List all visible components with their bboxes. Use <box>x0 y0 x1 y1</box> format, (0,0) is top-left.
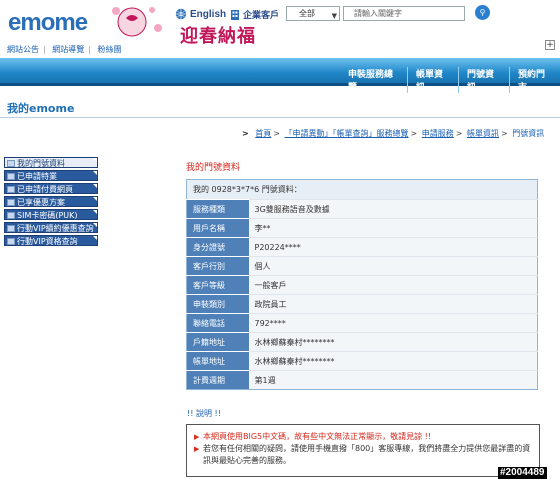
sidebar-item-vip-eligibility[interactable]: 行動VIP資格查詢 <box>4 235 98 246</box>
site-map-link[interactable]: 網站導覽 <box>52 45 84 54</box>
globe-icon <box>175 8 187 20</box>
main-navigation: 申裝服務總覽 帳單資訊 門號資訊 預約門市 <box>0 58 560 93</box>
row-label: 計費週期 <box>186 370 249 390</box>
breadcrumb-arrow-icon: > <box>242 129 249 138</box>
notice-item: ▶ 本網頁使用BIG5中文碼，故有些中文無法正常顯示，敬請見諒 !! <box>194 432 432 441</box>
search-input[interactable]: 請輸入關鍵字 <box>343 6 465 21</box>
festival-greeting-text: 迎春納福 <box>180 26 256 47</box>
table-row: 用戶名稱 李** <box>186 218 538 238</box>
row-label: 身分證號 <box>186 237 249 257</box>
table-row: 身分證號 P20224**** <box>186 237 538 257</box>
table-row: 聯絡電話 792**** <box>186 313 538 333</box>
table-row: 客戶等級 一般客戶 <box>186 275 538 295</box>
sidebar-item-my-number[interactable]: 我的門號資料 <box>4 157 98 168</box>
breadcrumb-home-link[interactable]: 首頁 <box>255 129 271 138</box>
notice-item-continued: 訊與最貼心完善的服務。 <box>203 456 291 465</box>
row-value: 水林鄉蘇秦村******** <box>248 332 538 352</box>
quote-open-icon: !! <box>187 409 194 418</box>
row-value: P20224**** <box>248 237 538 257</box>
row-value: 李** <box>248 218 538 238</box>
row-value: 792**** <box>248 313 538 333</box>
new-year-decoration-image <box>112 7 162 37</box>
plus-icon[interactable]: + <box>545 40 555 50</box>
building-icon <box>231 10 239 20</box>
nav-service-overview[interactable]: 申裝服務總覽 <box>340 67 407 93</box>
business-customer-link[interactable]: 企業客戶 <box>230 8 279 21</box>
sidebar-item-sim-puk[interactable]: SIM卡密碼(PUK) <box>4 209 98 220</box>
row-label: 聯絡電話 <box>186 313 249 333</box>
search-category-select[interactable]: 全部 ▼ <box>286 6 340 21</box>
announcement-link[interactable]: 網站公告 <box>7 45 39 54</box>
breadcrumb-apply-link[interactable]: 申請服務 <box>422 129 454 138</box>
search-button[interactable]: ⚲ <box>475 5 490 20</box>
row-value: 3G雙服務語音及數據 <box>248 199 538 219</box>
row-label: 客戶等級 <box>186 275 249 295</box>
row-value: 政院員工 <box>248 294 538 314</box>
breadcrumb: > 首頁 > 「申請異動」「帳單查詢」服務總覽 > 申請服務 > 帳單資訊 > 門號資訊 <box>242 129 545 138</box>
table-header: 我的 0928*3*7*6 門號資料： <box>186 179 538 200</box>
english-link[interactable]: English <box>175 8 226 20</box>
notice-label: !! 說明 !! <box>187 409 221 418</box>
quote-close-icon: !! <box>214 409 221 418</box>
table-row: 申裝類別 政院員工 <box>186 294 538 314</box>
row-label: 戶籍地址 <box>186 332 249 352</box>
row-label: 申裝類別 <box>186 294 249 314</box>
nav-number-info[interactable]: 門號資訊 <box>458 67 509 93</box>
emome-logo[interactable]: emome <box>8 9 88 37</box>
nav-store-booking[interactable]: 預約門市 <box>509 67 560 93</box>
nav-billing-info[interactable]: 帳單資訊 <box>407 67 458 93</box>
divider <box>0 117 560 118</box>
table-row: 服務種類 3G雙服務語音及數據 <box>186 199 538 219</box>
notice-box: ▶ 本網頁使用BIG5中文碼，故有些中文無法正常顯示，敬請見諒 !! ▶ 若您有… <box>186 424 540 477</box>
row-value: 個人 <box>248 256 538 276</box>
section-title: 我的門號資料 <box>186 163 241 173</box>
number-info-table: 我的 0928*3*7*6 門號資料： 服務種類 3G雙服務語音及數據 用戶名稱李… <box>186 179 538 390</box>
top-links: 網站公告 | 網站導覽 | 粉絲團 <box>7 45 122 54</box>
row-value: 第1週 <box>248 370 538 390</box>
row-label: 服務種類 <box>186 199 249 219</box>
table-row: 客戶行別 個人 <box>186 256 538 276</box>
breadcrumb-billing-link[interactable]: 帳單資訊 <box>467 129 499 138</box>
watermark-id: #2004489 <box>498 467 547 479</box>
row-value: 一般客戶 <box>248 275 538 295</box>
bullet-arrow-icon: ▶ <box>194 433 200 441</box>
sidebar-item-paid-pages[interactable]: 已申請付費網頁 <box>4 183 98 194</box>
table-row: 戶籍地址 水林鄉蘇秦村******** <box>186 332 538 352</box>
search-icon: ⚲ <box>479 8 486 17</box>
sidebar-item-vip-renewal[interactable]: 行動VIP續約優惠查詢 <box>4 222 98 233</box>
sidebar-menu: 我的門號資料 已申請特業 已申請付費網頁 已享優惠方案 SIM卡密碼(PUK) … <box>4 157 98 248</box>
row-value: 水林鄉蘇秦村******** <box>248 351 538 371</box>
notice-item: ▶ 若您有任何相關的疑問，請使用手機直撥「800」客服專線，我們將盡全力提供您最… <box>194 444 531 453</box>
table-row: 計費週期 第1週 <box>186 370 538 390</box>
table-row: 帳單地址 水林鄉蘇秦村******** <box>186 351 538 371</box>
table-header-row: 我的 0928*3*7*6 門號資料： <box>186 179 538 200</box>
breadcrumb-current: 門號資訊 <box>512 129 545 138</box>
fan-page-link[interactable]: 粉絲團 <box>98 45 122 54</box>
sidebar-item-applied-services[interactable]: 已申請特業 <box>4 170 98 181</box>
bullet-arrow-icon: ▶ <box>194 445 200 453</box>
chevron-down-icon: ▼ <box>331 12 337 20</box>
row-label: 客戶行別 <box>186 256 249 276</box>
breadcrumb-overview-link[interactable]: 「申請異動」「帳單查詢」服務總覽 <box>285 129 409 138</box>
row-label: 用戶名稱 <box>186 218 249 238</box>
sidebar-item-discount-plans[interactable]: 已享優惠方案 <box>4 196 98 207</box>
page-title: 我的emome <box>7 102 75 115</box>
row-label: 帳單地址 <box>186 351 249 371</box>
